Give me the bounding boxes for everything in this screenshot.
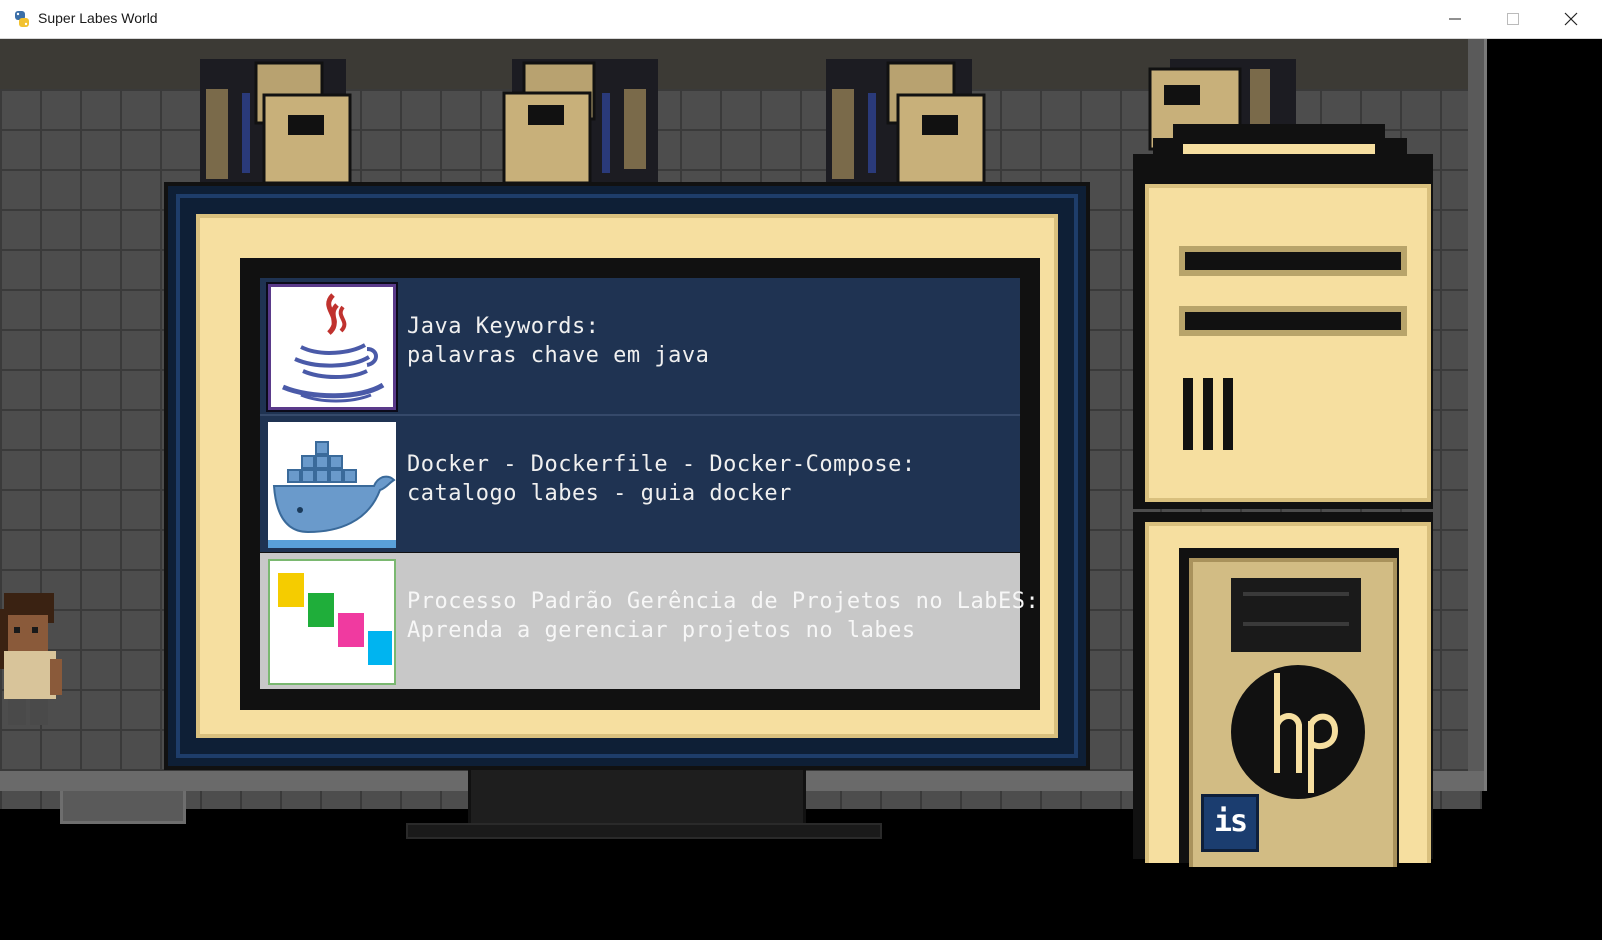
monitor-stand-base	[406, 823, 882, 839]
menu-item-java[interactable]: Java Keywords: palavras chave em java	[260, 278, 1020, 416]
drive-line	[1243, 622, 1349, 626]
minimize-icon	[1449, 18, 1461, 20]
room-wall-right	[1468, 39, 1487, 791]
drive-slot	[1179, 246, 1407, 276]
computer-tower: is	[1113, 124, 1448, 867]
monitor-bezel: Java Keywords: palavras chave em java Do…	[196, 214, 1058, 738]
maximize-icon	[1507, 13, 1519, 25]
background-computer	[502, 59, 658, 183]
python-snake-icon	[15, 11, 29, 27]
menu-item-thumbnail	[268, 559, 396, 685]
colored-squares-icon	[278, 573, 392, 665]
menu-item-thumbnail	[266, 282, 398, 412]
menu-item-text: Processo Padrão Gerência de Projetos no …	[407, 587, 1039, 645]
vent-bar	[1223, 378, 1233, 450]
vent-bar	[1183, 378, 1193, 450]
tower-lower-face: is	[1145, 522, 1431, 867]
window-title: Super Labes World	[38, 10, 158, 26]
npc-character[interactable]	[0, 589, 66, 734]
close-button[interactable]	[1542, 0, 1600, 38]
menu-item-title: Java Keywords:	[407, 314, 600, 339]
tower-upper-face	[1145, 184, 1431, 502]
tower-front-panel: is	[1179, 548, 1399, 867]
menu-item-text: Docker - Dockerfile - Docker-Compose: ca…	[407, 450, 916, 508]
monitor-bezel-frame: Java Keywords: palavras chave em java Do…	[176, 194, 1078, 758]
menu-item-docker[interactable]: Docker - Dockerfile - Docker-Compose: ca…	[260, 416, 1020, 552]
is-badge: is	[1199, 792, 1261, 854]
hp-logo-icon	[1231, 665, 1365, 799]
room-ledge	[60, 791, 186, 824]
drive-slot	[1179, 306, 1407, 336]
window-titlebar: Super Labes World	[0, 0, 1602, 39]
tower-front-panel-inner: is	[1189, 558, 1397, 867]
docker-logo-icon	[268, 441, 396, 548]
maximize-button[interactable]	[1484, 0, 1542, 38]
game-viewport[interactable]: Java Keywords: palavras chave em java Do…	[0, 39, 1602, 940]
vent-bar	[1203, 378, 1213, 450]
java-logo-icon	[282, 293, 385, 403]
background-computer	[826, 59, 986, 183]
monitor-screen: Java Keywords: palavras chave em java Do…	[240, 258, 1040, 710]
menu-item-gerencia-projetos[interactable]: Processo Padrão Gerência de Projetos no …	[260, 553, 1039, 689]
close-icon	[1564, 12, 1578, 26]
menu-item-subtitle: palavras chave em java	[407, 343, 710, 368]
menu-item-subtitle: catalogo labes - guia docker	[407, 481, 792, 506]
minimize-button[interactable]	[1426, 0, 1484, 38]
monitor: Java Keywords: palavras chave em java Do…	[164, 182, 1090, 770]
background-computer	[200, 59, 352, 183]
menu-item-subtitle: Aprenda a gerenciar projetos no labes	[407, 618, 916, 643]
menu-item-thumbnail	[268, 422, 396, 548]
drive-line	[1243, 592, 1349, 596]
menu-item-title: Docker - Dockerfile - Docker-Compose:	[407, 452, 916, 477]
menu-item-title: Processo Padrão Gerência de Projetos no …	[407, 589, 1040, 614]
optical-drive	[1231, 578, 1361, 652]
menu-item-text: Java Keywords: palavras chave em java	[407, 312, 709, 370]
